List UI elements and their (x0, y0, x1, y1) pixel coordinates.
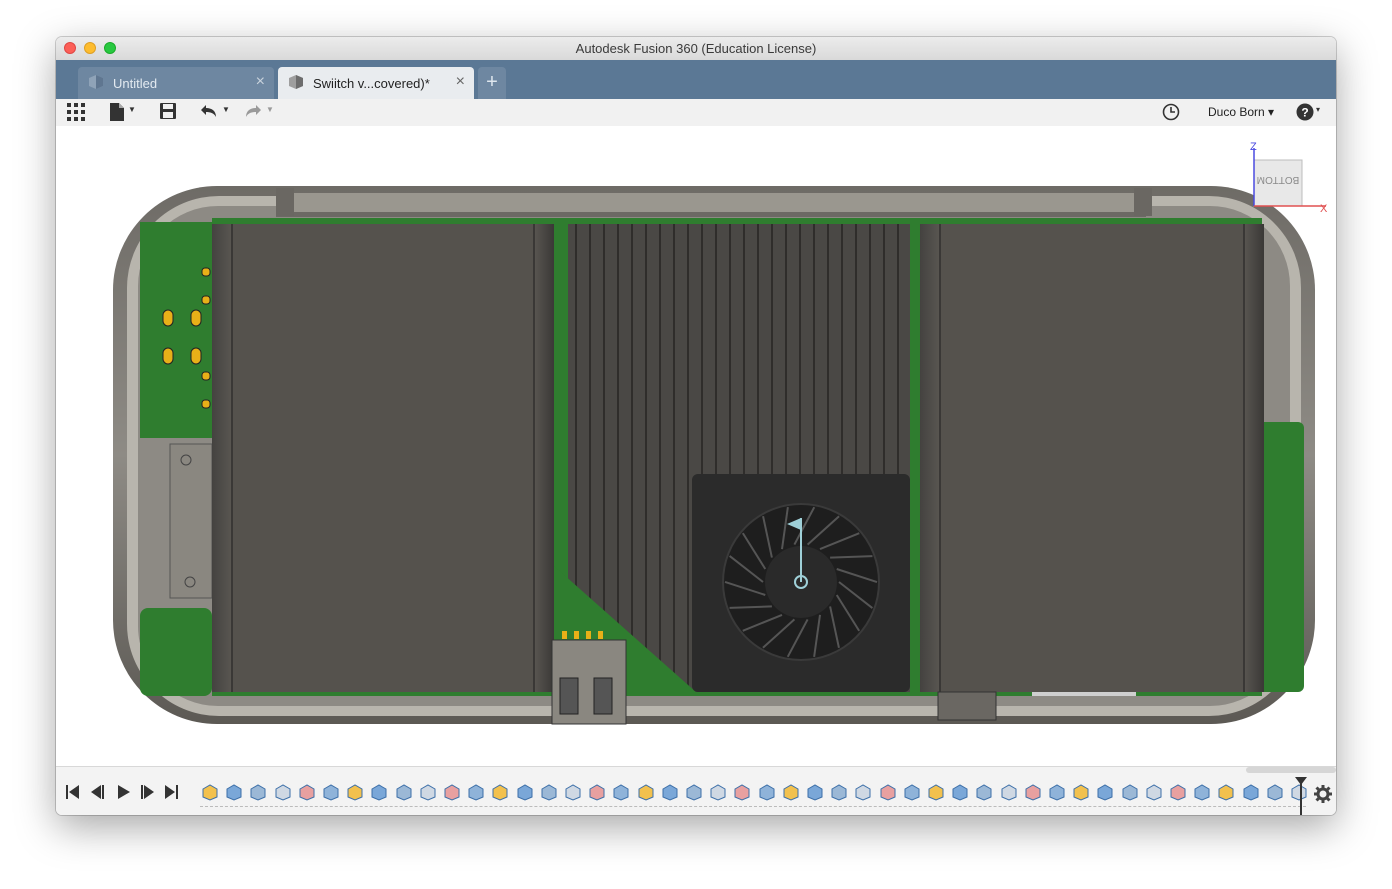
file-menu-caret-icon[interactable]: ▼ (128, 105, 136, 114)
new-tab-button[interactable]: + (478, 67, 506, 99)
user-menu[interactable]: Duco Born ▾ (1208, 105, 1274, 119)
timeline-feature-icon[interactable] (951, 783, 969, 801)
help-caret[interactable]: ▾ (1316, 105, 1320, 114)
timeline-feature-icon[interactable] (1096, 783, 1114, 801)
timeline-feature-icon[interactable] (854, 783, 872, 801)
z-axis-label: Z (1250, 141, 1257, 153)
bottom-connector (937, 691, 997, 721)
timeline-feature-icon[interactable] (903, 783, 921, 801)
timeline-feature-icon[interactable] (927, 783, 945, 801)
tab-untitled[interactable]: Untitled × (78, 67, 274, 99)
timeline-feature-icon[interactable] (419, 783, 437, 801)
redo-icon[interactable] (244, 103, 262, 121)
timeline-bar (56, 766, 1336, 815)
apps-grid-icon[interactable] (67, 103, 85, 121)
timeline-feature-icon[interactable] (274, 783, 292, 801)
go-to-start-icon[interactable] (66, 785, 80, 804)
timeline-feature-icon[interactable] (564, 783, 582, 801)
close-tab-icon[interactable]: × (456, 73, 465, 91)
timeline-feature-icon[interactable] (1145, 783, 1163, 801)
file-icon[interactable] (110, 103, 124, 121)
title-bar: Autodesk Fusion 360 (Education License) (56, 37, 1336, 61)
application-toolbar: ▼ ▼ ▼ Duco Born ▾ ? ▾ (56, 99, 1336, 127)
gear-icon[interactable] (1314, 785, 1332, 808)
timeline-feature-icon[interactable] (1048, 783, 1066, 801)
tab-switch-design[interactable]: Swiitch v...covered)* × (278, 67, 474, 99)
redo-menu-caret-icon[interactable]: ▼ (266, 105, 274, 114)
close-tab-icon[interactable]: × (256, 73, 265, 91)
timeline-feature-icon[interactable] (370, 783, 388, 801)
timeline-feature-icon[interactable] (1000, 783, 1018, 801)
timeline-feature-icon[interactable] (1266, 783, 1284, 801)
history-icon[interactable] (1162, 103, 1180, 121)
timeline-feature-icon[interactable] (1217, 783, 1235, 801)
pcb-left-lower (140, 608, 212, 696)
timeline-feature-icon[interactable] (1024, 783, 1042, 801)
timeline-feature-icon[interactable] (225, 783, 243, 801)
tab-label: Swiitch v...covered)* (313, 76, 430, 91)
timeline-feature-icon[interactable] (733, 783, 751, 801)
timeline-feature-icon[interactable] (782, 783, 800, 801)
document-icon (288, 75, 304, 93)
timeline-feature-icon[interactable] (298, 783, 316, 801)
window-title: Autodesk Fusion 360 (Education License) (575, 41, 817, 56)
timeline-feature-icon[interactable] (685, 783, 703, 801)
view-cube-face-label: BOTTOM (1257, 174, 1300, 185)
undo-icon[interactable] (200, 103, 218, 121)
timeline-feature-icon[interactable] (1072, 783, 1090, 801)
timeline-feature-icon[interactable] (1193, 783, 1211, 801)
timeline-track (200, 806, 1306, 808)
go-to-end-icon[interactable] (165, 785, 179, 804)
model-view (113, 186, 1315, 725)
timeline-feature-icon[interactable] (830, 783, 848, 801)
timeline-feature-icon[interactable] (661, 783, 679, 801)
timeline-feature-icon[interactable] (975, 783, 993, 801)
timeline-feature-icon[interactable] (1242, 783, 1260, 801)
timeline-feature-icon[interactable] (879, 783, 897, 801)
timeline-feature-icon[interactable] (322, 783, 340, 801)
timeline-feature-icon[interactable] (201, 783, 219, 801)
svg-text:?: ? (1301, 106, 1308, 120)
timeline-feature-icon[interactable] (346, 783, 364, 801)
timeline-feature-icon[interactable] (758, 783, 776, 801)
x-axis-label: X (1320, 203, 1328, 215)
timeline-feature-icon[interactable] (491, 783, 509, 801)
timeline-feature-icon[interactable] (540, 783, 558, 801)
step-back-icon[interactable] (91, 785, 105, 804)
timeline-feature-icon[interactable] (1121, 783, 1139, 801)
app-window: Autodesk Fusion 360 (Education License) … (56, 37, 1336, 815)
pcb-left (140, 222, 212, 438)
timeline-feature-icon[interactable] (249, 783, 267, 801)
document-tab-bar: Untitled × Swiitch v...covered)* × + (56, 60, 1336, 99)
timeline-feature-icon[interactable] (467, 783, 485, 801)
play-icon[interactable] (117, 785, 131, 804)
timeline-feature-icon[interactable] (709, 783, 727, 801)
view-cube[interactable]: BOTTOM Z X (1242, 138, 1332, 218)
step-forward-icon[interactable] (141, 785, 155, 804)
model-viewport[interactable]: BOTTOM Z X (56, 126, 1336, 766)
timeline-feature-icon[interactable] (612, 783, 630, 801)
timeline-feature-icon[interactable] (1169, 783, 1187, 801)
help-icon[interactable]: ? (1296, 103, 1314, 121)
timeline-feature-icon[interactable] (516, 783, 534, 801)
timeline-feature-icon[interactable] (443, 783, 461, 801)
timeline-feature-icon[interactable] (395, 783, 413, 801)
timeline-feature-icon[interactable] (806, 783, 824, 801)
timeline-feature-icon[interactable] (588, 783, 606, 801)
document-icon (88, 75, 104, 93)
timeline-feature-icon[interactable] (637, 783, 655, 801)
tab-label: Untitled (113, 76, 158, 91)
side-connector (169, 443, 213, 599)
timeline-scrollbar[interactable] (1246, 767, 1336, 773)
undo-menu-caret-icon[interactable]: ▼ (222, 105, 230, 114)
save-icon[interactable] (160, 103, 176, 121)
timeline-marker-icon[interactable] (1295, 777, 1307, 815)
